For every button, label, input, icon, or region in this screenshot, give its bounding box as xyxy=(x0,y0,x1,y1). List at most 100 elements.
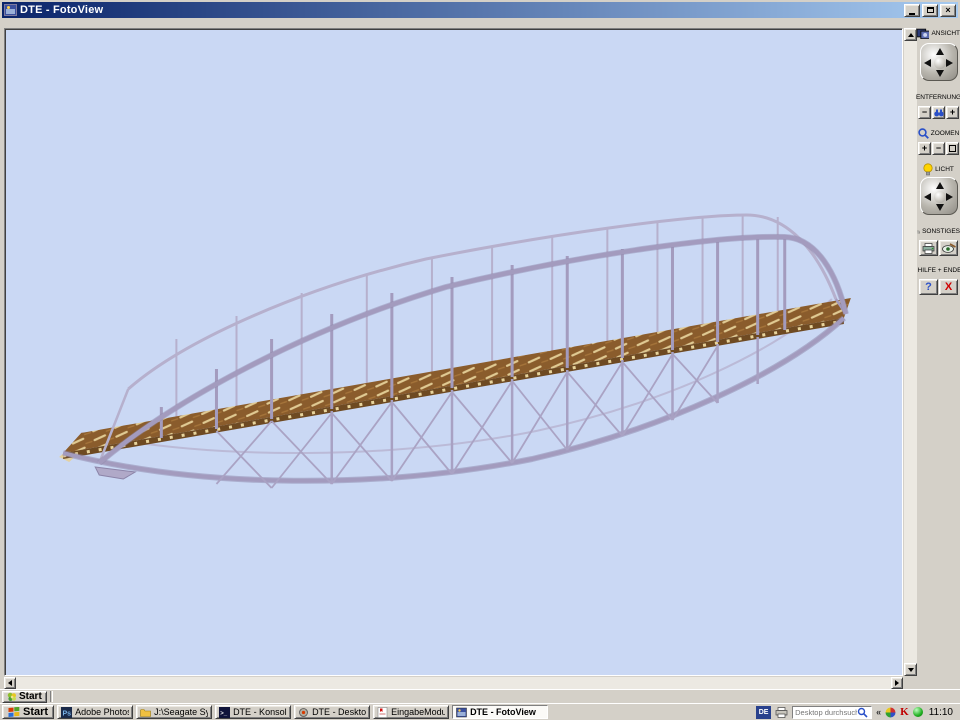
taskbar-item-fotoview-active[interactable]: DTE - FotoView xyxy=(452,705,548,719)
taskbar-item-photoshop[interactable]: Ps Adobe Photoshop CS3 E... xyxy=(57,705,133,719)
scroll-right-button[interactable] xyxy=(891,677,903,689)
zoom-plus-label: + xyxy=(922,144,927,153)
desktop-search-input[interactable] xyxy=(793,707,857,718)
secondary-start-button[interactable]: Start xyxy=(2,691,47,703)
section-entfernung: ENTFERNUNG xyxy=(917,91,960,104)
section-hilfe-ende: HILFE + ENDE xyxy=(917,264,960,277)
taskbar-item-label: EingabeModul [Bauchwe... xyxy=(391,707,445,717)
light-up-button[interactable] xyxy=(934,179,946,191)
exit-button[interactable]: X xyxy=(939,279,958,295)
arrow-right-icon xyxy=(895,680,899,686)
zoom-out-button[interactable]: − xyxy=(932,142,945,155)
maximize-icon xyxy=(927,7,934,13)
quickbar-divider xyxy=(50,691,53,702)
light-left-button[interactable] xyxy=(922,191,934,203)
taskbar: Start Ps Adobe Photoshop CS3 E... J:\Sea… xyxy=(0,703,960,720)
taskbar-item-desktop-engineering[interactable]: DTE - Desktop Engineeri... xyxy=(294,705,370,719)
search-icon[interactable] xyxy=(857,707,868,718)
tray-overflow-button[interactable]: « xyxy=(876,707,881,717)
desktop: DTE - FotoView × xyxy=(0,0,960,720)
desktop-search-box[interactable] xyxy=(792,706,872,719)
taskbar-item-label: DTE - Desktop Engineeri... xyxy=(312,707,366,717)
scroll-down-button[interactable] xyxy=(904,663,917,676)
bridge-3d-model xyxy=(5,29,902,675)
secondary-taskbar: Start xyxy=(0,689,960,703)
print-button[interactable] xyxy=(919,240,938,256)
scroll-up-button[interactable] xyxy=(904,28,917,41)
console-icon: >_ xyxy=(219,707,230,718)
taskbar-clock[interactable]: 11:10 xyxy=(927,707,955,718)
distance-fit-button[interactable] xyxy=(932,106,945,119)
taskbar-item-eingabemodul[interactable]: EingabeModul [Bauchwe... xyxy=(373,705,449,719)
tray-pinwheel-icon[interactable] xyxy=(885,707,896,718)
document-icon xyxy=(377,707,388,718)
app-window-icon xyxy=(4,4,17,16)
tray-k-icon[interactable]: K xyxy=(900,706,909,718)
minimize-button[interactable] xyxy=(904,4,920,17)
vertical-scrollbar[interactable] xyxy=(904,28,917,676)
tray-status-orb-icon[interactable] xyxy=(913,707,923,717)
horizontal-scrollbar[interactable] xyxy=(4,677,903,689)
dpad-up-icon xyxy=(936,48,944,55)
window-titlebar[interactable]: DTE - FotoView × xyxy=(2,2,958,18)
taskbar-item-label: Adobe Photoshop CS3 E... xyxy=(75,707,129,717)
zoom-window-button[interactable] xyxy=(946,142,959,155)
dpad-right-icon xyxy=(946,59,953,67)
scroll-left-button[interactable] xyxy=(4,677,16,689)
tray-printer-icon[interactable] xyxy=(775,707,788,718)
maximize-button[interactable] xyxy=(922,4,938,17)
lightbulb-icon xyxy=(923,163,933,177)
language-label: DE xyxy=(759,709,769,716)
taskbar-item-label: J:\Seagate Sync\SyncRe... xyxy=(154,707,208,717)
section-sonstiges: SONSTIGES xyxy=(917,225,960,238)
language-indicator[interactable]: DE xyxy=(756,706,771,719)
close-icon: × xyxy=(945,6,950,15)
dpad-down-icon xyxy=(936,70,944,77)
help-button[interactable]: ? xyxy=(919,279,938,295)
view-dpad xyxy=(920,43,958,81)
svg-text:Ps: Ps xyxy=(63,710,72,717)
close-button[interactable]: × xyxy=(940,4,956,17)
licht-label: LICHT xyxy=(935,166,954,173)
start-flower-icon xyxy=(7,692,17,702)
magnifier-icon xyxy=(918,128,929,139)
eye-pencil-icon xyxy=(942,243,956,254)
help-icon: ? xyxy=(925,281,932,293)
hilfe-ende-label: HILFE + ENDE xyxy=(918,267,960,274)
ansicht-label: ANSICHT xyxy=(931,30,960,37)
arrow-up-icon xyxy=(908,33,914,37)
taskbar-item-konsole[interactable]: >_ DTE - Konsole xyxy=(215,705,291,719)
view-up-button[interactable] xyxy=(934,45,946,57)
distance-plus-button[interactable]: + xyxy=(946,106,959,119)
view-left-button[interactable] xyxy=(922,57,934,69)
3d-viewport[interactable] xyxy=(4,28,903,676)
side-toolbar: ANSICHT ENTFERNUNG − + xyxy=(917,17,960,689)
dpad-left-icon xyxy=(924,193,931,201)
light-dpad xyxy=(920,177,958,215)
plus-label: + xyxy=(950,108,955,117)
dpad-right-icon xyxy=(946,193,953,201)
zoom-rect-icon xyxy=(949,145,956,152)
section-ansicht: ANSICHT xyxy=(917,27,960,40)
section-zoomen: ZOOMEN xyxy=(917,127,960,140)
section-licht: LICHT xyxy=(917,163,960,176)
zoom-in-button[interactable]: + xyxy=(918,142,931,155)
taskbar-item-label: DTE - FotoView xyxy=(470,707,536,717)
start-button[interactable]: Start xyxy=(2,705,54,719)
minimize-icon xyxy=(909,13,915,15)
dpad-up-icon xyxy=(936,182,944,189)
dpad-center-knob xyxy=(934,191,946,203)
svg-text:>_: >_ xyxy=(220,711,228,717)
zoomen-label: ZOOMEN xyxy=(931,130,960,137)
taskbar-item-explorer[interactable]: J:\Seagate Sync\SyncRe... xyxy=(136,705,212,719)
dpad-down-icon xyxy=(936,204,944,211)
binoculars-icon xyxy=(934,109,944,117)
camera-magnifier-icon xyxy=(917,226,920,238)
photoshop-icon: Ps xyxy=(61,707,72,718)
gear-icon xyxy=(298,707,309,718)
secondary-start-label: Start xyxy=(19,691,42,702)
edit-view-button[interactable] xyxy=(939,240,958,256)
sonstiges-label: SONSTIGES xyxy=(922,228,960,235)
arrow-down-icon xyxy=(908,668,914,672)
distance-minus-button[interactable]: − xyxy=(918,106,931,119)
